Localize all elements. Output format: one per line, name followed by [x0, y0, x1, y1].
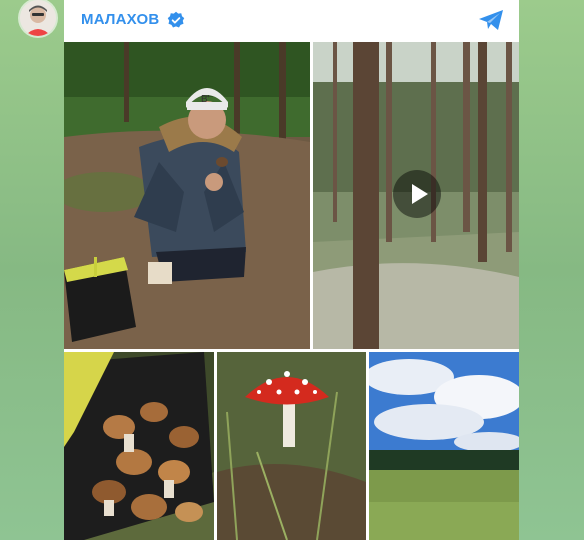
post-header: МАЛАХОВ [64, 0, 519, 40]
play-button[interactable] [393, 170, 441, 218]
photo-meadow-sky[interactable] [369, 352, 519, 540]
telegram-share-icon[interactable] [477, 8, 505, 32]
channel-avatar[interactable] [20, 0, 56, 36]
photo-fly-agaric[interactable] [217, 352, 366, 540]
photo-mushroom-basket[interactable] [64, 352, 214, 540]
photo-man-mushroom[interactable]: B' [64, 42, 310, 349]
cap-logo: B' [201, 94, 210, 105]
channel-post: МАЛАХОВ B' [64, 0, 519, 540]
play-icon [412, 184, 428, 204]
verified-badge-icon [167, 11, 185, 28]
channel-name[interactable]: МАЛАХОВ [81, 11, 159, 28]
video-pine-forest[interactable] [313, 42, 519, 349]
